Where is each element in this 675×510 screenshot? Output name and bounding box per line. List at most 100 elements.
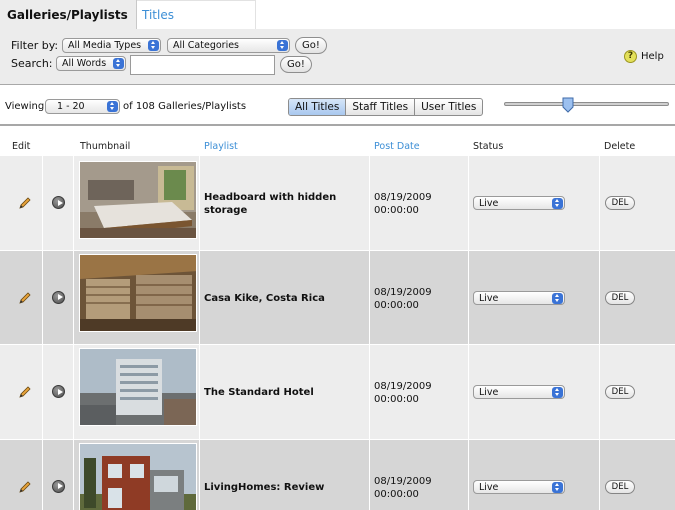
column-divider [199,439,200,510]
bedroom-photo [80,162,196,238]
viewing-range-value: 1 - 20 [57,101,85,112]
column-divider [369,156,370,250]
status-select[interactable]: Live [473,196,565,210]
search-input[interactable] [130,55,275,75]
playlist-title: Casa Kike, Costa Rica [204,292,325,304]
viewing-range-select[interactable]: 1 - 20 [45,99,120,114]
select-arrows-icon [552,481,563,493]
tab-bar: Galleries/Playlists Titles [0,0,256,29]
column-divider [599,250,600,344]
column-divider [73,439,74,510]
search-mode-select[interactable]: All Words [56,56,126,71]
delete-button[interactable]: DEL [605,196,635,210]
status-value: Live [479,292,499,304]
column-divider [468,439,469,510]
help-icon[interactable]: ? [624,50,637,63]
status-value: Live [479,481,499,493]
title-filter-segmented-control: All Titles Staff Titles User Titles [288,98,484,116]
column-divider [599,345,600,439]
post-time: 00:00:00 [374,488,419,500]
filter-panel: Filter by: All Media Types All Categorie… [0,29,675,85]
column-divider [199,156,200,250]
search-label: Search: [11,57,53,70]
segment-user-titles[interactable]: User Titles [415,99,482,115]
status-select[interactable]: Live [473,290,565,305]
hotel-photo [80,349,196,425]
column-divider [468,345,469,439]
playlist-title: The Standard Hotel [204,387,314,398]
post-date: 08/19/2009 [374,286,432,298]
thumbnail-image[interactable] [79,253,197,332]
size-slider-track[interactable] [504,102,669,106]
category-value: All Categories [173,40,240,51]
column-divider [468,250,469,344]
post-time: 00:00:00 [374,205,419,216]
select-arrows-icon [113,58,124,69]
post-date: 08/19/2009 [374,475,432,487]
play-icon[interactable] [52,290,65,304]
viewing-count-text: of 108 Galleries/Playlists [123,101,247,112]
playlist-title: Headboard with hidden storage [204,192,337,216]
table-row: The Standard Hotel 08/19/2009 00:00:00 L… [0,345,675,440]
column-divider [42,345,43,439]
tab-titles[interactable]: Titles [137,0,256,29]
play-icon[interactable] [52,479,65,493]
post-date: 08/19/2009 [374,381,432,392]
size-slider-thumb[interactable] [562,97,574,113]
post-time: 00:00:00 [374,299,419,311]
column-header-delete: Delete [604,141,636,152]
category-select[interactable]: All Categories [167,38,290,53]
delete-button[interactable]: DEL [605,290,635,305]
delete-button[interactable]: DEL [605,385,635,399]
thumbnail-image[interactable] [79,348,197,426]
edit-pencil-icon[interactable] [18,291,32,305]
edit-pencil-icon[interactable] [18,480,32,494]
media-type-select[interactable]: All Media Types [62,38,161,53]
edit-pencil-icon[interactable] [18,196,32,210]
column-divider [73,156,74,250]
filter-go-button[interactable]: Go! [295,37,327,54]
library-photo [80,254,196,331]
edit-pencil-icon[interactable] [18,385,32,399]
column-divider [73,250,74,344]
tab-galleries-playlists[interactable]: Galleries/Playlists [0,0,137,29]
status-value: Live [479,387,499,398]
table-row: Casa Kike, Costa Rica 08/19/2009 00:00:0… [0,250,675,345]
column-divider [599,439,600,510]
living-home-photo [80,443,196,510]
playlist-table-body: Headboard with hidden storage 08/19/2009… [0,156,675,510]
column-header-playlist[interactable]: Playlist [204,141,238,152]
column-divider [369,345,370,439]
play-icon[interactable] [52,385,65,398]
column-divider [73,345,74,439]
thumbnail-image[interactable] [79,442,197,510]
status-select[interactable]: Live [473,479,565,494]
select-arrows-icon [148,40,159,51]
column-divider [199,345,200,439]
help-link[interactable]: Help [641,51,664,62]
status-select[interactable]: Live [473,385,565,399]
select-arrows-icon [277,40,288,51]
column-header-thumbnail: Thumbnail [80,141,131,152]
thumbnail-image[interactable] [79,161,197,239]
segment-all-titles[interactable]: All Titles [289,99,347,115]
search-mode-value: All Words [62,58,107,69]
table-row: Headboard with hidden storage 08/19/2009… [0,156,675,251]
column-divider [42,250,43,344]
play-icon[interactable] [52,196,65,209]
column-divider [468,156,469,250]
column-header-edit: Edit [12,141,31,152]
segment-staff-titles[interactable]: Staff Titles [346,99,416,115]
column-header-status: Status [473,141,504,152]
select-arrows-icon [552,292,563,304]
column-header-post-date[interactable]: Post Date [374,141,420,152]
search-go-button[interactable]: Go! [280,56,312,73]
column-divider [42,439,43,510]
delete-button[interactable]: DEL [605,479,635,494]
post-time: 00:00:00 [374,394,419,405]
playlist-title: LivingHomes: Review [204,481,325,493]
column-divider [369,439,370,510]
select-arrows-icon [552,198,563,209]
select-arrows-icon [107,101,118,112]
status-value: Live [479,198,499,209]
